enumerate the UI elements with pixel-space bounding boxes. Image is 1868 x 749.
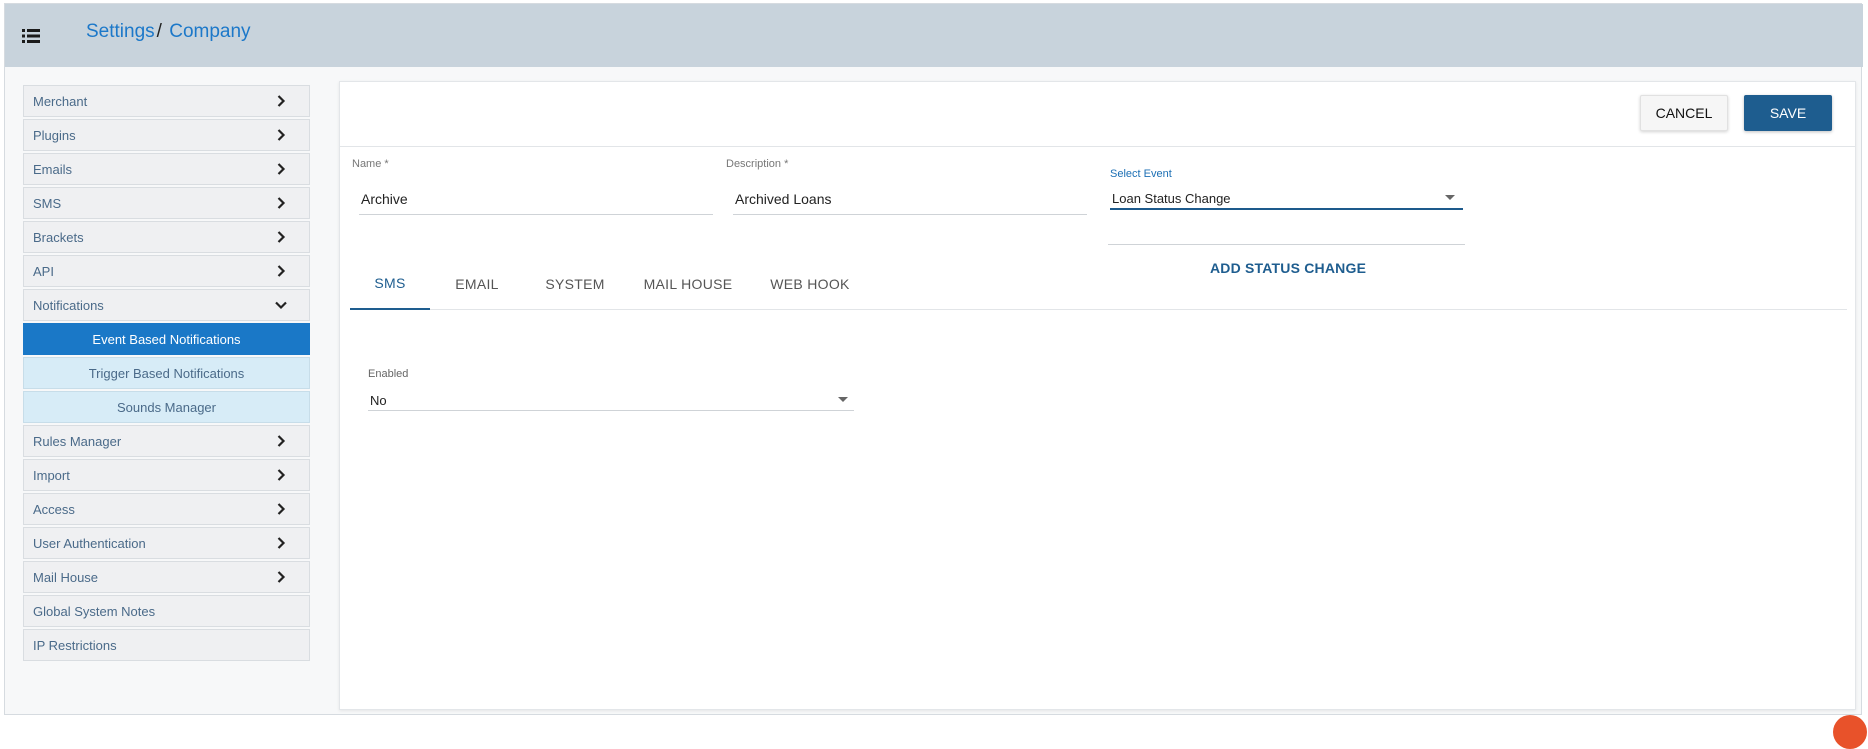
sidebar-item-label: Mail House (33, 569, 99, 585)
sidebar-item-label: API (33, 263, 54, 279)
sidebar-item-label: Plugins (33, 127, 76, 143)
top-bar: Settings / Company (5, 4, 1863, 67)
select-event-dropdown[interactable]: Loan Status Change (1110, 185, 1463, 210)
name-field-underline (359, 214, 713, 215)
caret-down-icon (1445, 195, 1455, 200)
chevron-right-icon (275, 265, 287, 277)
sidebar-item-plugins[interactable]: Plugins (23, 119, 310, 151)
chevron-right-icon (275, 435, 287, 447)
sidebar-item-import[interactable]: Import (23, 459, 310, 491)
floating-action-button[interactable] (1833, 715, 1867, 749)
save-button[interactable]: SAVE (1744, 95, 1832, 131)
status-change-divider (1108, 244, 1465, 245)
chevron-right-icon (275, 537, 287, 549)
name-field[interactable]: Archive (361, 191, 408, 207)
chevron-right-icon (275, 129, 287, 141)
sidebar-item-label: Import (33, 467, 70, 483)
chevron-right-icon (275, 197, 287, 209)
sidebar-item-merchant[interactable]: Merchant (23, 85, 310, 117)
chevron-right-icon (275, 503, 287, 515)
list-menu-icon[interactable] (22, 28, 40, 44)
sidebar-item-rules-manager[interactable]: Rules Manager (23, 425, 310, 457)
sidebar-item-label: SMS (33, 195, 62, 211)
tab-sms[interactable]: SMS (350, 257, 430, 310)
description-field[interactable]: Archived Loans (735, 191, 832, 207)
sidebar-item-label: Global System Notes (33, 603, 156, 619)
sidebar-item-access[interactable]: Access (23, 493, 310, 525)
tab-mail-house[interactable]: MAIL HOUSE (626, 257, 750, 310)
enabled-label: Enabled (368, 368, 409, 380)
sidebar-item-mail-house[interactable]: Mail House (23, 561, 310, 593)
chevron-right-icon (275, 231, 287, 243)
sidebar-item-api[interactable]: API (23, 255, 310, 287)
description-label: Description * (726, 158, 789, 170)
enabled-value: No (370, 393, 387, 408)
notification-editor-card: CANCEL SAVE Name * Archive Description *… (339, 81, 1856, 710)
sidebar-item-label: Brackets (33, 229, 84, 245)
chevron-right-icon (275, 571, 287, 583)
sidebar-item-brackets[interactable]: Brackets (23, 221, 310, 253)
sidebar-item-ip-restrictions[interactable]: IP Restrictions (23, 629, 310, 661)
tab-web-hook[interactable]: WEB HOOK (750, 257, 870, 310)
chevron-down-icon (275, 299, 287, 311)
sidebar-item-sms[interactable]: SMS (23, 187, 310, 219)
chevron-right-icon (275, 469, 287, 481)
sidebar-item-label: Rules Manager (33, 433, 122, 449)
channel-tabs: SMS EMAIL SYSTEM MAIL HOUSE WEB HOOK (350, 257, 1847, 310)
tab-system[interactable]: SYSTEM (524, 257, 626, 310)
breadcrumb: Settings / Company (86, 21, 251, 43)
sidebar-item-label: Merchant (33, 93, 88, 109)
chevron-right-icon (275, 163, 287, 175)
sidebar-item-user-authentication[interactable]: User Authentication (23, 527, 310, 559)
breadcrumb-settings[interactable]: Settings (86, 21, 155, 42)
settings-sidebar: Merchant Plugins Emails SMS Brackets API… (23, 85, 310, 663)
chevron-right-icon (275, 95, 287, 107)
breadcrumb-separator: / (156, 21, 162, 42)
sidebar-subitem-event-based-notifications[interactable]: Event Based Notifications (23, 323, 310, 355)
sidebar-item-label: User Authentication (33, 535, 146, 551)
app-window: Settings / Company Merchant Plugins Email… (4, 3, 1867, 749)
enabled-dropdown[interactable]: No (368, 384, 854, 411)
select-event-value: Loan Status Change (1112, 191, 1231, 206)
sidebar-item-global-system-notes[interactable]: Global System Notes (23, 595, 310, 627)
cancel-button[interactable]: CANCEL (1640, 95, 1728, 131)
breadcrumb-company[interactable]: Company (169, 21, 250, 42)
sidebar-item-notifications[interactable]: Notifications (23, 289, 310, 321)
name-label: Name * (352, 158, 389, 170)
select-event-label: Select Event (1110, 168, 1172, 180)
sidebar-item-label: Notifications (33, 297, 104, 313)
sidebar-item-label: IP Restrictions (33, 637, 117, 653)
sidebar-item-label: Access (33, 501, 75, 517)
caret-down-icon (838, 397, 848, 402)
sidebar-subitem-trigger-based-notifications[interactable]: Trigger Based Notifications (23, 357, 310, 389)
sidebar-item-label: Emails (33, 161, 73, 177)
sidebar-item-emails[interactable]: Emails (23, 153, 310, 185)
sidebar-subitem-sounds-manager[interactable]: Sounds Manager (23, 391, 310, 423)
tab-email[interactable]: EMAIL (430, 257, 524, 310)
description-field-underline (733, 214, 1087, 215)
card-toolbar: CANCEL SAVE (340, 82, 1855, 147)
